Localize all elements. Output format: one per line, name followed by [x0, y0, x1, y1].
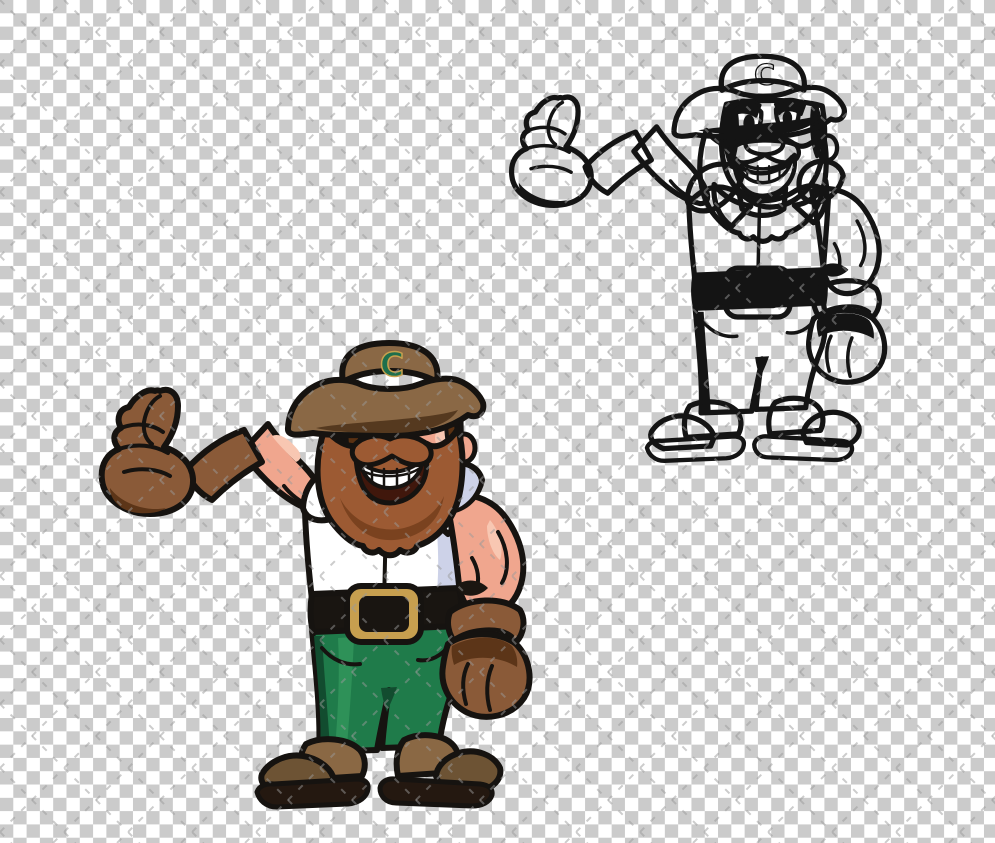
transparency-artboard: C [0, 0, 995, 843]
watermark-overlay [0, 0, 995, 843]
mascot-illustration: C [0, 0, 995, 843]
